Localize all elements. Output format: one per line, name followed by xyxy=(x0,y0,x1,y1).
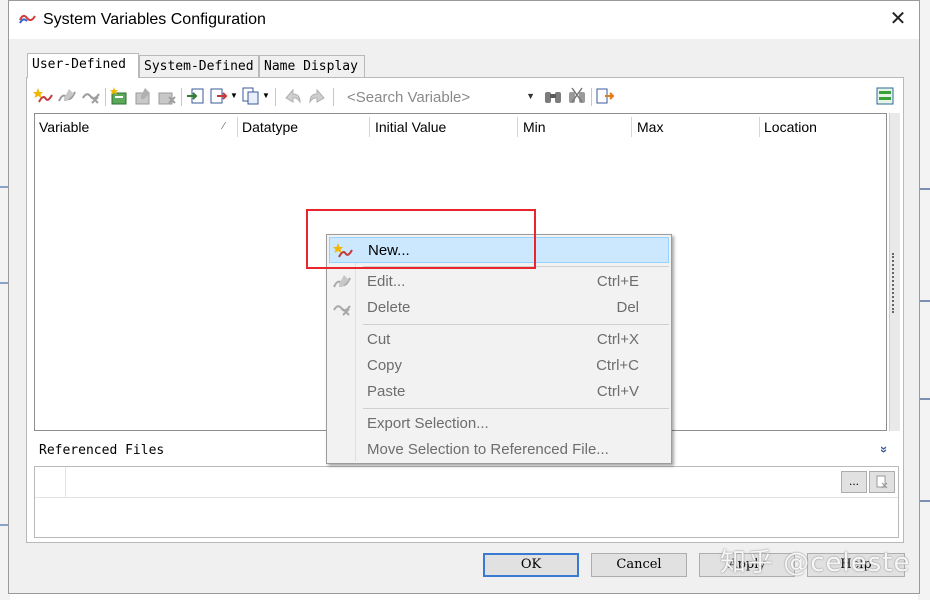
find-next-icon[interactable] xyxy=(567,86,587,106)
menu-item-label: Copy xyxy=(367,357,403,374)
menu-item-label: Edit... xyxy=(367,273,406,290)
menu-item-move-selection[interactable]: Move Selection to Referenced File... xyxy=(329,437,669,463)
undo-icon[interactable] xyxy=(283,86,303,106)
new-struct-icon[interactable] xyxy=(109,86,129,106)
delete-variable-icon xyxy=(333,305,351,316)
panel-splitter[interactable] xyxy=(889,113,900,431)
menu-item-label: Paste xyxy=(367,383,406,400)
layout-icon[interactable] xyxy=(875,86,895,106)
tab-name-display[interactable]: Name Display xyxy=(259,55,365,77)
column-max[interactable]: Max xyxy=(637,119,663,135)
menu-item-label: Delete xyxy=(367,299,411,316)
table-header: Variable ⁄ Datatype Initial Value Min Ma… xyxy=(35,114,886,140)
column-min[interactable]: Min xyxy=(523,119,546,135)
chevron-down-icon[interactable]: ▼ xyxy=(526,91,535,101)
toolbar: ▼ ▼ <Search Variable> ▼ xyxy=(27,82,903,110)
browse-button[interactable]: ... xyxy=(841,471,867,493)
tab-system-defined[interactable]: System-Defined xyxy=(139,55,259,77)
menu-item-cut[interactable]: Cut Ctrl+X xyxy=(329,327,669,353)
referenced-files-title: Referenced Files xyxy=(39,443,165,458)
edit-struct-icon[interactable] xyxy=(133,86,153,106)
copy-icon[interactable] xyxy=(241,86,261,106)
column-location[interactable]: Location xyxy=(764,119,817,135)
reference-icon[interactable] xyxy=(595,86,615,106)
menu-item-shortcut: Ctrl+E xyxy=(596,273,639,290)
column-variable[interactable]: Variable xyxy=(39,119,89,135)
referenced-files-list[interactable]: ... xyxy=(34,466,899,538)
close-button[interactable]: ✕ xyxy=(887,9,909,31)
menu-item-shortcut: Ctrl+X xyxy=(596,331,639,348)
variables-app-icon xyxy=(19,14,36,24)
menu-item-shortcut: Del xyxy=(616,299,639,316)
menu-item-label: Move Selection to Referenced File... xyxy=(367,441,609,458)
import-icon[interactable] xyxy=(185,86,205,106)
menu-item-delete[interactable]: Delete Del xyxy=(329,295,669,321)
new-variable-icon[interactable] xyxy=(33,86,53,106)
ok-button[interactable]: OK xyxy=(483,553,579,577)
title-bar: System Variables Configuration ✕ xyxy=(9,1,919,39)
menu-item-label: Export Selection... xyxy=(367,415,489,432)
search-variable-input[interactable]: <Search Variable> xyxy=(347,89,470,106)
edit-variable-icon xyxy=(333,275,351,288)
cancel-button[interactable]: Cancel xyxy=(591,553,687,577)
remove-file-button[interactable] xyxy=(869,471,895,493)
search-variable-combobox[interactable]: <Search Variable> ▼ xyxy=(343,86,539,108)
document-remove-icon xyxy=(876,475,888,489)
menu-item-copy[interactable]: Copy Ctrl+C xyxy=(329,353,669,379)
tab-user-defined[interactable]: User-Defined xyxy=(27,53,139,78)
menu-item-export-selection[interactable]: Export Selection... xyxy=(329,411,669,437)
column-initial-value[interactable]: Initial Value xyxy=(375,119,446,135)
delete-struct-icon[interactable] xyxy=(157,86,177,106)
watermark: 知乎 @celeste xyxy=(720,548,911,578)
redo-icon[interactable] xyxy=(307,86,327,106)
delete-variable-icon[interactable] xyxy=(81,86,101,106)
menu-item-shortcut: Ctrl+C xyxy=(596,357,639,374)
menu-item-shortcut: Ctrl+V xyxy=(596,383,639,400)
window-title: System Variables Configuration xyxy=(43,11,266,28)
menu-item-paste[interactable]: Paste Ctrl+V xyxy=(329,379,669,405)
edit-variable-icon[interactable] xyxy=(57,86,77,106)
collapse-chevron-icon[interactable]: » xyxy=(877,446,892,453)
export-icon[interactable] xyxy=(209,86,229,106)
list-item[interactable]: ... xyxy=(35,467,898,498)
menu-item-label: Cut xyxy=(367,331,391,348)
menu-item-edit[interactable]: Edit... Ctrl+E xyxy=(329,269,669,295)
sort-indicator-icon: ⁄ xyxy=(223,121,225,132)
annotation-highlight-box xyxy=(306,209,536,269)
find-icon[interactable] xyxy=(543,86,563,106)
column-datatype[interactable]: Datatype xyxy=(242,119,298,135)
